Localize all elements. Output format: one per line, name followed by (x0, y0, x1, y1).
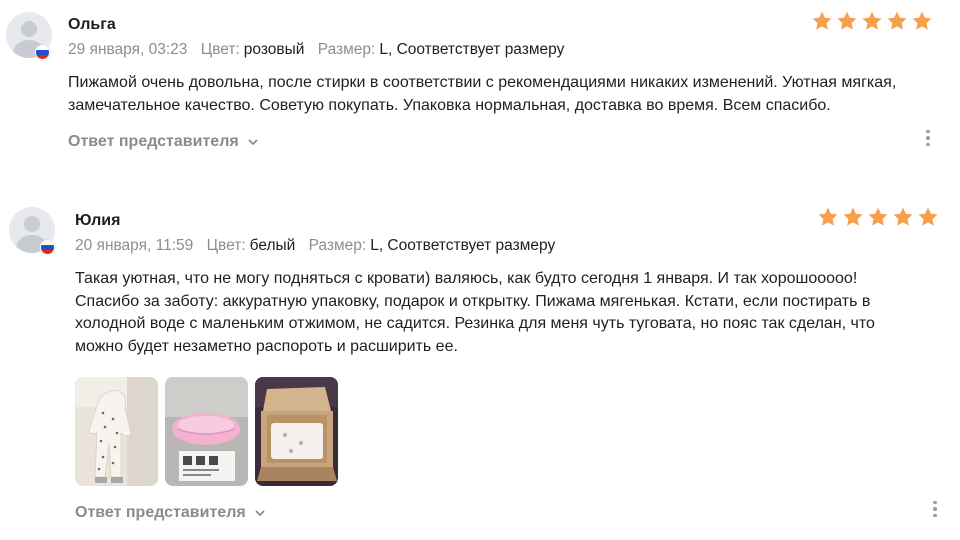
more-options-button[interactable] (927, 499, 943, 519)
color-label: Цвет: (206, 237, 246, 254)
star-icon (893, 207, 913, 226)
more-dot (933, 500, 937, 505)
more-dot (926, 136, 930, 140)
photo-pink-pillow-package (165, 377, 248, 486)
review-photo[interactable] (255, 377, 338, 486)
seller-reply-toggle[interactable]: Ответ представителя (68, 133, 259, 151)
more-options-button[interactable] (920, 128, 936, 148)
size-value: L, Соответствует размеру (370, 237, 556, 254)
star-icon (918, 207, 938, 226)
review-text: Такая уютная, что не могу подняться с кр… (75, 270, 875, 355)
rating-stars (811, 10, 933, 32)
color-value: белый (249, 237, 296, 254)
star-icon (812, 11, 832, 30)
photo-pajamas-worn (75, 377, 158, 486)
star-icon (843, 207, 863, 226)
review-meta: 20 января, 11:59 Цвет: белый Размер: L, Со… (75, 237, 555, 255)
size-label: Размер: (308, 237, 367, 254)
color-label: Цвет: (200, 41, 240, 58)
review-date: 29 января, 03:23 (68, 41, 188, 58)
review-date: 20 января, 11:59 (75, 237, 194, 254)
more-dot (933, 507, 937, 511)
russia-flag-icon (35, 45, 50, 60)
seller-reply-label: Ответ представителя (75, 504, 246, 521)
review-photo[interactable] (75, 377, 158, 486)
more-dot (933, 513, 937, 518)
star-icon (887, 11, 907, 30)
author-name: Ольга (68, 16, 116, 33)
star-icon (868, 207, 888, 226)
seller-reply-label: Ответ представителя (68, 133, 239, 150)
rating-stars (817, 206, 939, 228)
more-dot (926, 142, 930, 147)
star-icon (862, 11, 882, 30)
review-photos (75, 377, 338, 486)
review-photo[interactable] (165, 377, 248, 486)
more-dot (926, 129, 930, 134)
star-icon (818, 207, 838, 226)
color-value: розовый (243, 41, 305, 58)
star-icon (837, 11, 857, 30)
review-meta: 29 января, 03:23 Цвет: розовый Размер: L, … (68, 41, 564, 59)
size-value: L, Соответствует размеру (379, 41, 565, 58)
size-label: Размер: (317, 41, 376, 58)
chevron-down-icon (248, 139, 258, 145)
russia-flag-icon (40, 240, 55, 255)
photo-opened-box (255, 377, 338, 486)
seller-reply-toggle[interactable]: Ответ представителя (75, 504, 266, 522)
chevron-down-icon (255, 510, 265, 516)
review-text: Пижамой очень довольна, после стирки в с… (68, 74, 897, 114)
author-name: Юлия (75, 212, 121, 229)
star-icon (912, 11, 932, 30)
